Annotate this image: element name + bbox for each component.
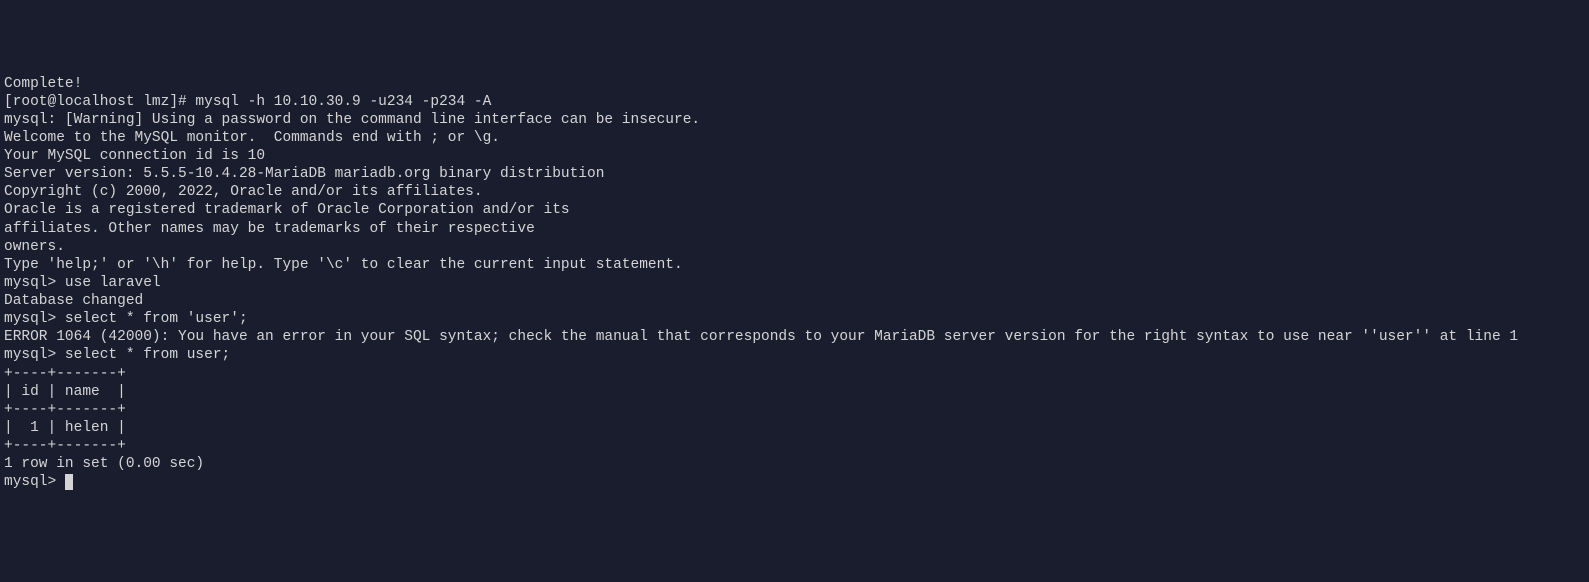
terminal-line: mysql> <box>4 473 1589 491</box>
terminal-line: Your MySQL connection id is 10 <box>4 147 1589 165</box>
terminal-line: ERROR 1064 (42000): You have an error in… <box>4 328 1589 346</box>
terminal-line: Complete! <box>4 75 1589 93</box>
terminal-line: Oracle is a registered trademark of Orac… <box>4 201 1589 219</box>
terminal-line: owners. <box>4 238 1589 256</box>
terminal-line: affiliates. Other names may be trademark… <box>4 220 1589 238</box>
terminal-line: 1 row in set (0.00 sec) <box>4 455 1589 473</box>
terminal-line: +----+-------+ <box>4 365 1589 383</box>
terminal-line: Copyright (c) 2000, 2022, Oracle and/or … <box>4 183 1589 201</box>
terminal-line: | 1 | helen | <box>4 419 1589 437</box>
terminal-line: +----+-------+ <box>4 437 1589 455</box>
terminal-line: Welcome to the MySQL monitor. Commands e… <box>4 129 1589 147</box>
terminal-line: Server version: 5.5.5-10.4.28-MariaDB ma… <box>4 165 1589 183</box>
terminal-line: mysql> select * from user; <box>4 346 1589 364</box>
terminal-cursor <box>65 474 73 490</box>
terminal-line: mysql> use laravel <box>4 274 1589 292</box>
terminal-output[interactable]: Complete![root@localhost lmz]# mysql -h … <box>4 75 1589 492</box>
terminal-line: [root@localhost lmz]# mysql -h 10.10.30.… <box>4 93 1589 111</box>
terminal-line: | id | name | <box>4 383 1589 401</box>
terminal-line: Database changed <box>4 292 1589 310</box>
terminal-line: mysql: [Warning] Using a password on the… <box>4 111 1589 129</box>
terminal-line: mysql> select * from 'user'; <box>4 310 1589 328</box>
terminal-line: Type 'help;' or '\h' for help. Type '\c'… <box>4 256 1589 274</box>
terminal-line: +----+-------+ <box>4 401 1589 419</box>
